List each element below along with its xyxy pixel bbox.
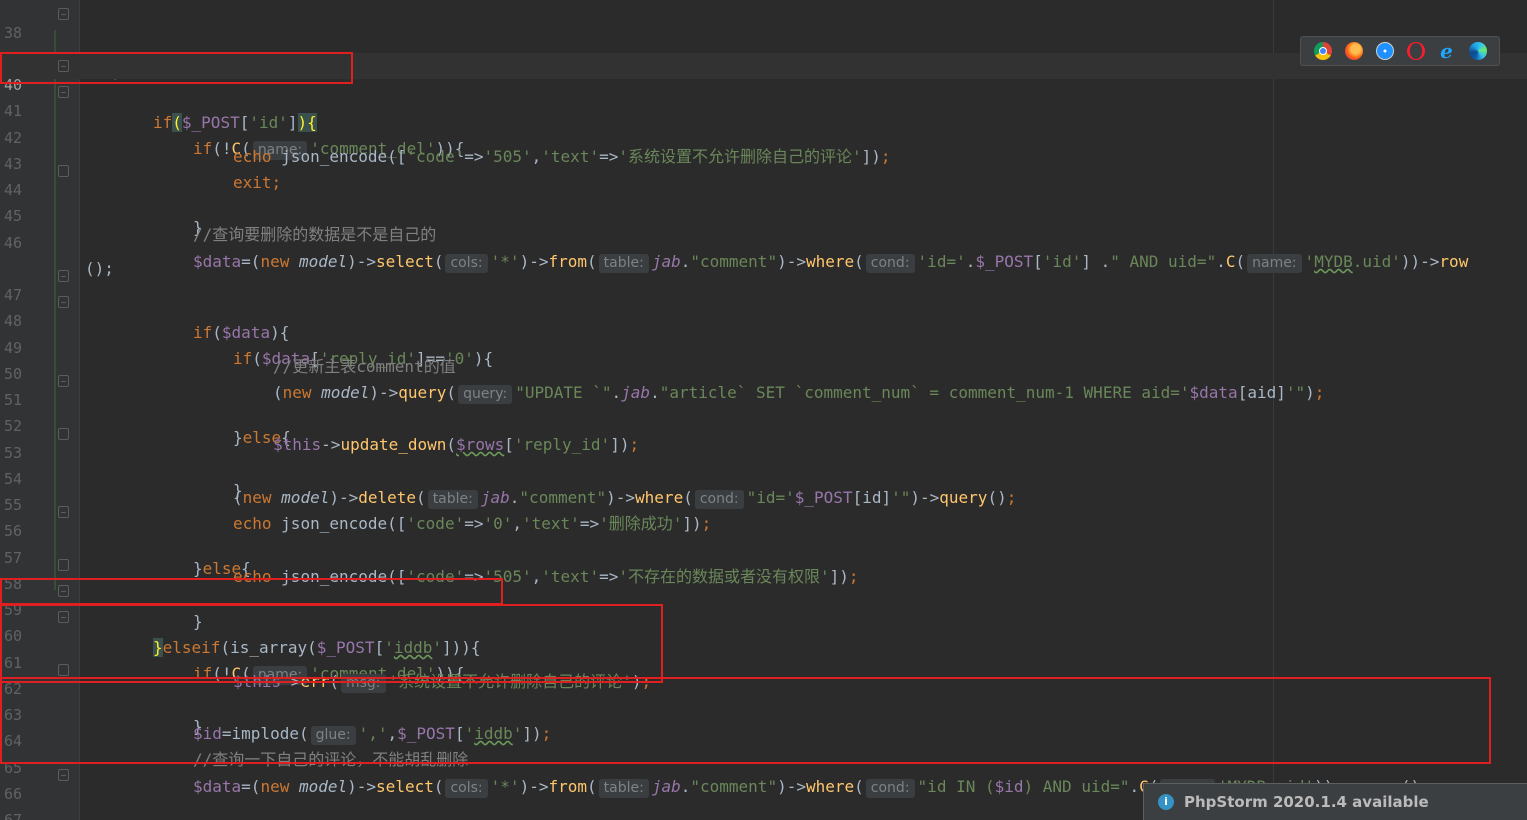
code-line[interactable]: 59 }elseif(is_array($_POST['iddb'])){	[0, 578, 1527, 657]
code-line[interactable]: 49 //更新主表comment的值	[0, 316, 1527, 376]
code-line-current[interactable]: 40 if($_POST['id']){	[0, 53, 1527, 132]
code-line[interactable]: 54 (new model)->delete(table: jab."commen…	[0, 447, 1527, 509]
fold-end-icon[interactable]	[58, 165, 69, 177]
firefox-icon[interactable]	[1344, 42, 1363, 60]
fold-toggle-icon[interactable]	[58, 585, 69, 597]
info-icon: i	[1158, 794, 1174, 810]
fold-toggle-icon[interactable]	[58, 8, 69, 20]
code-line[interactable]: 65 $data=(new model)->select(cols: '*')->…	[0, 736, 1527, 798]
code-line[interactable]: 45 //查询要删除的数据是不是自己的	[0, 184, 1527, 244]
code-line[interactable]: 62 }	[0, 657, 1527, 736]
code-editor[interactable]: 38 public function del(){ 39 40 if($_POS…	[0, 0, 1527, 820]
code-line[interactable]: 64 //查询一下自己的评论，不能胡乱删除	[0, 709, 1527, 769]
code-line[interactable]: 58 }	[0, 552, 1527, 631]
chrome-icon[interactable]	[1313, 42, 1332, 60]
fold-toggle-icon[interactable]	[58, 506, 69, 518]
safari-icon[interactable]	[1375, 42, 1394, 60]
fold-toggle-icon[interactable]	[58, 86, 69, 98]
edge-icon[interactable]	[1468, 42, 1487, 60]
code-line[interactable]: 53 }	[0, 421, 1527, 500]
code-line[interactable]: 50 (new model)->query(query: "UPDATE `".j…	[0, 342, 1527, 404]
code-line[interactable]: 44 }	[0, 158, 1527, 237]
fold-toggle-icon[interactable]	[58, 60, 69, 72]
fold-toggle-icon[interactable]	[58, 270, 69, 282]
code-line[interactable]: 46 $data=(new model)->select(cols: '*')->…	[0, 211, 1527, 273]
code-line[interactable]: 41 if(!C(name:'comment_del')){	[0, 79, 1527, 160]
code-line[interactable]: 47 if($data){	[0, 263, 1527, 342]
fold-toggle-icon[interactable]	[58, 611, 69, 623]
fold-end-icon[interactable]	[58, 428, 69, 440]
opera-icon[interactable]	[1406, 42, 1425, 60]
fold-toggle-icon[interactable]	[58, 296, 69, 308]
code-line[interactable]: 61 $this->err(msg: '系统设置不允许删除自己的评论');	[0, 631, 1527, 693]
code-line[interactable]: 38 public function del(){	[0, 1, 1527, 80]
browser-preview-bar: e	[1300, 36, 1500, 66]
ie-icon[interactable]: e	[1438, 41, 1456, 61]
fold-toggle-icon[interactable]	[58, 375, 69, 387]
code-line[interactable]: 52 $this->update_down($rows['reply_id'])…	[0, 394, 1527, 454]
line-number: 67	[4, 811, 23, 820]
code-line[interactable]: 63 $id=implode(glue: ',',$_POST['iddb']);	[0, 683, 1527, 745]
code-line[interactable]: 39	[0, 27, 1527, 68]
notification-text: PhpStorm 2020.1.4 available	[1184, 793, 1429, 811]
code-line[interactable]: 51 }else{	[0, 368, 1527, 447]
code-line[interactable]: 60 if(!C(name:'comment_del')){	[0, 604, 1527, 685]
code-line[interactable]: 56 }else{	[0, 499, 1527, 578]
update-notification[interactable]: i PhpStorm 2020.1.4 available	[1143, 783, 1527, 820]
code-line[interactable]: 55 echo json_encode(['code'=>'0','text'=…	[0, 473, 1527, 533]
fold-end-icon[interactable]	[58, 559, 69, 571]
fold-toggle-icon[interactable]	[58, 769, 69, 781]
code-line[interactable]: 48 if($data['reply_id']=='0'){	[0, 289, 1527, 368]
code-line-wrap[interactable]: ();	[0, 237, 1527, 278]
code-line[interactable]: 42 echo json_encode(['code'=>'505','text…	[0, 106, 1527, 166]
code-line[interactable]: 43 exit;	[0, 132, 1527, 192]
code-line[interactable]: 57 echo json_encode(['code'=>'505','text…	[0, 526, 1527, 586]
fold-end-icon[interactable]	[58, 664, 69, 676]
